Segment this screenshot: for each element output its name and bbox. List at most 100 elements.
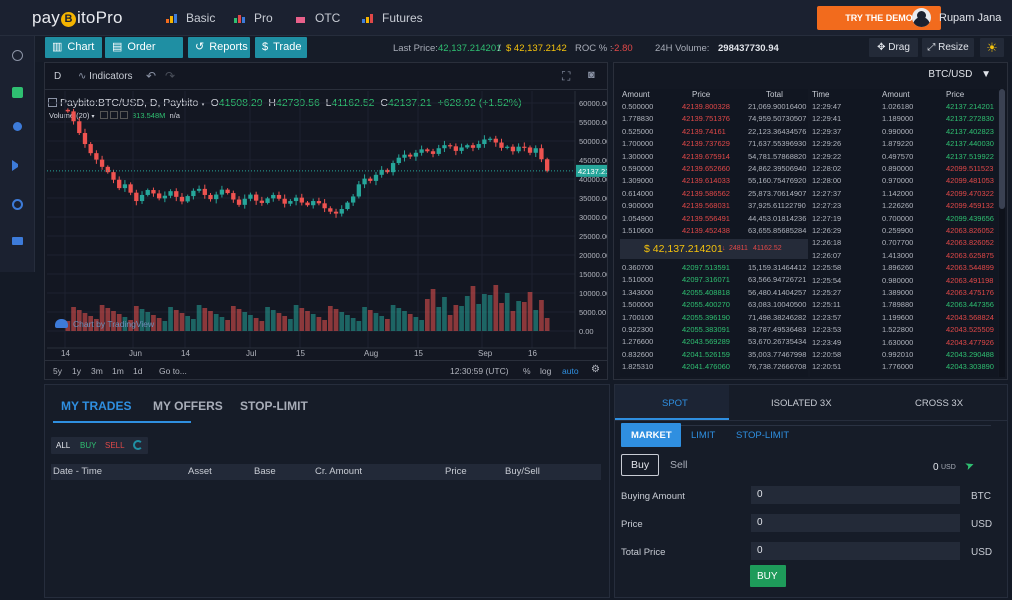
redo-icon[interactable]: ↷ bbox=[165, 69, 175, 83]
tab-my-offers[interactable]: MY OFFERS bbox=[153, 399, 223, 413]
range-3m[interactable]: 3m bbox=[91, 366, 103, 376]
trade-row[interactable]: 12:29:47 1.026180 42137.214201 bbox=[810, 102, 998, 114]
range-5y[interactable]: 5y bbox=[53, 366, 62, 376]
trade-row[interactable]: 12:29:26 1.879220 42137.440030 bbox=[810, 139, 998, 151]
ask-row[interactable]: 1.309000 42139.614033 55,160.75476920 bbox=[620, 176, 808, 188]
filter-all[interactable]: ALL bbox=[56, 441, 70, 450]
wallet-icon[interactable] bbox=[12, 87, 23, 98]
trade-row[interactable]: 12:27:37 1.142000 42099.470322 bbox=[810, 189, 998, 201]
ask-row[interactable]: 1.054900 42139.556491 44,453.01814236 bbox=[620, 214, 808, 226]
symbol-dropdown-icon[interactable]: ▾ bbox=[201, 101, 205, 108]
indicators-button[interactable]: ∿ Indicators bbox=[78, 71, 133, 82]
refresh-icon[interactable] bbox=[133, 440, 143, 450]
trade-row[interactable]: 12:25:54 0.980000 42063.491198 bbox=[810, 276, 998, 288]
trade-row[interactable]: 12:28:02 0.890000 42099.511523 bbox=[810, 164, 998, 176]
user-avatar[interactable] bbox=[912, 8, 931, 27]
tab-my-trades[interactable]: MY TRADES bbox=[61, 399, 131, 413]
undo-icon[interactable]: ↶ bbox=[146, 69, 156, 83]
ask-row[interactable]: 0.590000 42139.652660 24,862.39506940 bbox=[620, 164, 808, 176]
logo[interactable]: pay BitoPro bbox=[32, 8, 123, 28]
ask-row[interactable]: 1.700000 42139.737629 71,637.55396930 bbox=[620, 139, 808, 151]
dashboard-icon[interactable] bbox=[12, 50, 23, 61]
tab-stop-limit[interactable]: STOP-LIMIT bbox=[240, 399, 308, 413]
side-buy[interactable]: Buy bbox=[621, 454, 659, 476]
nav-otc[interactable]: OTC bbox=[295, 11, 340, 25]
bid-row[interactable]: 1.700100 42055.396190 71,498.38246282 bbox=[620, 313, 808, 325]
bid-row[interactable]: 0.832600 42041.526159 35,003.77467998 bbox=[620, 350, 808, 362]
theme-toggle-icon[interactable]: ☀ bbox=[980, 38, 1004, 57]
range-1d[interactable]: 1d bbox=[133, 366, 142, 376]
tab-spot[interactable]: SPOT bbox=[615, 385, 729, 420]
bid-row[interactable]: 0.360700 42097.513591 15,159.31464412 bbox=[620, 263, 808, 275]
trade-row[interactable]: 12:28:00 0.970000 42099.481053 bbox=[810, 176, 998, 188]
nav-futures[interactable]: Futures bbox=[362, 11, 423, 25]
bid-row[interactable]: 1.825310 42041.476060 76,738.72666708 bbox=[620, 362, 808, 374]
trade-row[interactable]: 12:25:58 1.896260 42063.544899 bbox=[810, 263, 998, 275]
side-sell[interactable]: Sell bbox=[670, 459, 688, 471]
goto-button[interactable]: Go to... bbox=[159, 366, 187, 376]
trade-row[interactable]: 12:26:29 0.259900 42063.826052 bbox=[810, 226, 998, 238]
monitor-icon[interactable] bbox=[12, 237, 23, 245]
settings-icon[interactable] bbox=[109, 111, 118, 119]
bid-row[interactable]: 1.510000 42097.316071 63,566.94726721 bbox=[620, 275, 808, 287]
buying-amount-input[interactable]: 0 bbox=[751, 486, 960, 504]
trade-row[interactable]: 12:27:19 0.700000 42099.439656 bbox=[810, 214, 998, 226]
gear-icon[interactable]: ⚙ bbox=[591, 364, 600, 375]
filter-sell[interactable]: SELL bbox=[105, 441, 125, 450]
ask-row[interactable]: 0.500000 42139.800328 21,069.90016400 bbox=[620, 102, 808, 114]
trade-row[interactable]: 12:26:07 1.413000 42063.625875 bbox=[810, 251, 998, 263]
trade-row[interactable]: 12:26:18 0.707700 42063.826052 bbox=[810, 238, 998, 250]
nav-pro[interactable]: Pro bbox=[234, 11, 273, 25]
buy-submit-button[interactable]: BUY bbox=[750, 565, 786, 587]
resize-button[interactable]: ⤢ Resize bbox=[922, 38, 974, 57]
price-input[interactable]: 0 bbox=[751, 514, 960, 532]
camera-icon[interactable]: ◙ bbox=[588, 69, 595, 81]
ask-row[interactable]: 1.300000 42139.675914 54,781.57868820 bbox=[620, 152, 808, 164]
trade-row[interactable]: 12:23:53 1.522800 42043.525509 bbox=[810, 325, 998, 337]
bid-row[interactable]: 1.500000 42055.400270 63,083.10040500 bbox=[620, 300, 808, 312]
bid-row[interactable]: 1.276600 42043.569289 53,670.26735434 bbox=[620, 337, 808, 349]
total-price-input[interactable]: 0 bbox=[751, 542, 960, 560]
order-book-button[interactable]: ▤Order Book bbox=[105, 37, 183, 74]
ask-row[interactable]: 1.510600 42139.452438 63,655.85685284 bbox=[620, 226, 808, 238]
trade-row[interactable]: 12:25:11 1.789880 42063.447356 bbox=[810, 300, 998, 312]
eye-icon[interactable] bbox=[99, 111, 108, 119]
trade-row[interactable]: 12:20:51 1.776000 42043.303890 bbox=[810, 362, 998, 374]
megaphone-icon[interactable] bbox=[12, 160, 18, 171]
volume-dropdown-icon[interactable]: ▾ bbox=[92, 114, 95, 120]
reports-button[interactable]: ↺ Reports bbox=[188, 37, 250, 58]
trade-row[interactable]: 12:29:41 1.189000 42137.272830 bbox=[810, 114, 998, 126]
trade-row[interactable]: 12:23:49 1.630000 42043.477926 bbox=[810, 338, 998, 350]
ask-row[interactable]: 1.778830 42139.751376 74,959.50730507 bbox=[620, 114, 808, 126]
collapse-legend-icon[interactable] bbox=[48, 98, 57, 107]
user-name[interactable]: Rupam Jana bbox=[939, 12, 1001, 24]
ask-row[interactable]: 0.614000 42139.586562 25,873.70614907 bbox=[620, 189, 808, 201]
trade-row[interactable]: 12:27:23 1.226260 42099.459132 bbox=[810, 201, 998, 213]
ask-row[interactable]: 0.900000 42139.568031 37,925.61122790 bbox=[620, 201, 808, 213]
tab-cross-3x[interactable]: CROSS 3X bbox=[915, 398, 963, 409]
bid-row[interactable]: 1.343000 42055.408818 56,480.41404257 bbox=[620, 288, 808, 300]
scrollbar[interactable] bbox=[999, 89, 1005, 377]
chart-time[interactable]: 12:30:59 (UTC) bbox=[450, 366, 509, 376]
nav-basic[interactable]: Basic bbox=[166, 11, 215, 25]
trade-row[interactable]: 12:29:37 0.990000 42137.402823 bbox=[810, 127, 998, 139]
range-1m[interactable]: 1m bbox=[112, 366, 124, 376]
target-icon[interactable] bbox=[12, 199, 23, 210]
globe-icon[interactable] bbox=[13, 122, 22, 131]
fullscreen-icon[interactable]: ⛶ bbox=[562, 69, 570, 84]
close-icon[interactable] bbox=[119, 111, 128, 119]
trade-row[interactable]: 12:23:57 1.199600 42043.568824 bbox=[810, 313, 998, 325]
pair-select[interactable]: BTC/USD ▼ bbox=[928, 69, 991, 80]
ask-row[interactable]: 0.525000 42139.74161 22,123.36434576 bbox=[620, 127, 808, 139]
tab-isolated-3x[interactable]: ISOLATED 3X bbox=[771, 398, 832, 409]
chart-button[interactable]: ▥ Chart bbox=[45, 37, 102, 58]
drag-button[interactable]: ✥ Drag bbox=[869, 38, 918, 57]
cursor-arrow-icon[interactable]: ➤ bbox=[963, 458, 976, 473]
trade-row[interactable]: 12:20:58 0.992010 42043.290488 bbox=[810, 350, 998, 362]
trade-button[interactable]: $ Trade bbox=[255, 37, 307, 58]
range-1y[interactable]: 1y bbox=[72, 366, 81, 376]
auto-toggle[interactable]: auto bbox=[562, 366, 579, 376]
order-type-limit[interactable]: LIMIT bbox=[691, 430, 715, 441]
bid-row[interactable]: 0.922300 42055.383091 38,787.49536483 bbox=[620, 325, 808, 337]
trade-row[interactable]: 12:29:22 0.497570 42137.519922 bbox=[810, 152, 998, 164]
